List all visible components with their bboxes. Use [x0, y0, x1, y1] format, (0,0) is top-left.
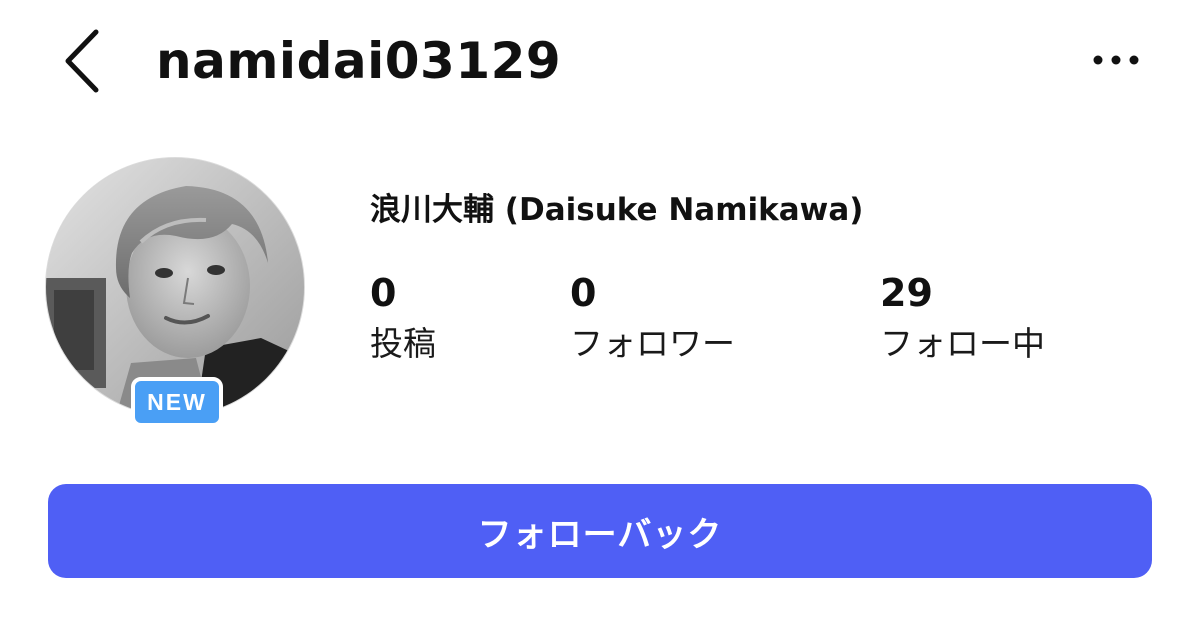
new-badge: NEW [131, 377, 223, 427]
followers-count: 0 [570, 271, 597, 315]
stat-following[interactable]: 29 フォロー中 [880, 268, 1045, 368]
profile-header: namidai03129 [0, 0, 1200, 124]
follow-back-button[interactable]: フォローバック [48, 484, 1152, 578]
chevron-left-icon [65, 29, 99, 93]
following-count: 29 [880, 271, 933, 315]
profile-page: namidai03129 NEW 浪川大輔 (Daisuke Namikawa)… [0, 0, 1200, 640]
profile-display-name: 浪川大輔 (Daisuke Namikawa) [370, 192, 864, 228]
stat-posts[interactable]: 0 投稿 [370, 268, 436, 368]
stat-followers[interactable]: 0 フォロワー [570, 268, 735, 368]
more-horizontal-icon [1093, 55, 1139, 65]
avatar-container: NEW [45, 157, 305, 427]
followers-label: フォロワー [570, 324, 735, 363]
posts-label: 投稿 [370, 324, 436, 363]
back-button[interactable] [60, 28, 108, 94]
profile-username: namidai03129 [156, 32, 562, 90]
posts-count: 0 [370, 271, 397, 315]
following-label: フォロー中 [880, 324, 1045, 363]
more-options-button[interactable] [1088, 44, 1144, 76]
